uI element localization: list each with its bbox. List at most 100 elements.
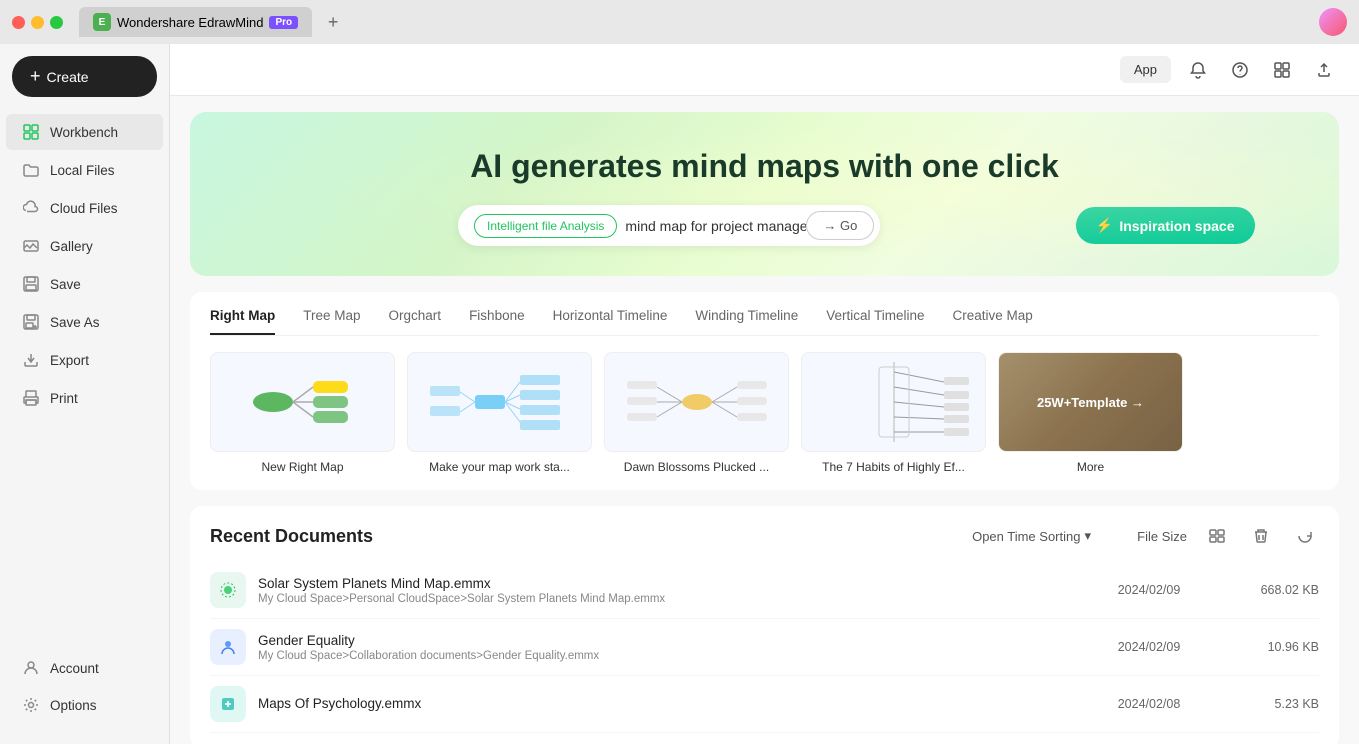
doc-info-psychology: Maps Of Psychology.emmx — [258, 696, 1079, 713]
app-name: Wondershare EdrawMind — [117, 15, 263, 30]
folder-icon — [22, 161, 40, 179]
doc-icon-solar — [210, 572, 246, 608]
tab-tree-map[interactable]: Tree Map — [303, 308, 360, 335]
create-label: Create — [47, 69, 89, 85]
sort-button[interactable]: Open Time Sorting ▾ — [972, 528, 1091, 544]
sidebar-item-local-files[interactable]: Local Files — [6, 152, 163, 188]
grid-icon — [22, 123, 40, 141]
doc-path-gender: My Cloud Space>Collaboration documents>G… — [258, 650, 1079, 662]
help-icon[interactable] — [1225, 55, 1255, 85]
sidebar-item-account[interactable]: Account — [6, 650, 163, 686]
more-overlay: 25W+Template → — [999, 353, 1182, 451]
tab-right-map[interactable]: Right Map — [210, 308, 275, 335]
list-view-button[interactable] — [1203, 522, 1231, 550]
tab-vertical-timeline[interactable]: Vertical Timeline — [826, 308, 924, 335]
tab-horizontal-timeline[interactable]: Horizontal Timeline — [553, 308, 668, 335]
file-size-header: File Size — [1107, 529, 1187, 544]
search-input[interactable] — [625, 218, 806, 234]
account-icon — [22, 659, 40, 677]
template-card-7-habits[interactable]: The 7 Habits of Highly Ef... — [801, 352, 986, 474]
tab-winding-timeline[interactable]: Winding Timeline — [695, 308, 798, 335]
doc-item-solar-system[interactable]: Solar System Planets Mind Map.emmx My Cl… — [210, 562, 1319, 619]
local-files-label: Local Files — [50, 163, 115, 178]
template-tabs: Right Map Tree Map Orgchart Fishbone Hor… — [210, 308, 1319, 336]
create-button[interactable]: + Create — [12, 56, 157, 97]
content-area: AI generates mind maps with one click In… — [170, 96, 1359, 744]
make-work-preview — [407, 352, 592, 452]
dawn-blossoms-label: Dawn Blossoms Plucked ... — [604, 460, 789, 474]
doc-item-gender-equality[interactable]: Gender Equality My Cloud Space>Collabora… — [210, 619, 1319, 676]
lightning-icon: ⚡ — [1096, 217, 1113, 234]
sidebar: + Create Workbench Local Files — [0, 44, 170, 744]
title-bar-right — [1319, 8, 1347, 36]
maximize-button[interactable] — [50, 16, 63, 29]
doc-size-gender: 10.96 KB — [1219, 640, 1319, 654]
delete-button[interactable] — [1247, 522, 1275, 550]
template-section: Right Map Tree Map Orgchart Fishbone Hor… — [190, 292, 1339, 490]
app-tab[interactable]: E Wondershare EdrawMind Pro — [79, 7, 312, 37]
doc-icon-psychology — [210, 686, 246, 722]
settings-icon — [22, 696, 40, 714]
search-tag[interactable]: Intelligent file Analysis — [474, 214, 617, 238]
doc-name-gender: Gender Equality — [258, 633, 1079, 648]
more-label: More — [998, 460, 1183, 474]
sidebar-item-options[interactable]: Options — [6, 687, 163, 723]
chevron-down-icon: ▾ — [1084, 528, 1091, 544]
sidebar-item-gallery[interactable]: Gallery — [6, 228, 163, 264]
doc-name-solar: Solar System Planets Mind Map.emmx — [258, 576, 1079, 591]
minimize-button[interactable] — [31, 16, 44, 29]
dawn-blossoms-preview — [604, 352, 789, 452]
sidebar-item-save-as[interactable]: Save As — [6, 304, 163, 340]
doc-item-psychology[interactable]: Maps Of Psychology.emmx 2024/02/08 5.23 … — [210, 676, 1319, 733]
upload-icon[interactable] — [1309, 55, 1339, 85]
new-right-map-preview — [210, 352, 395, 452]
hero-banner: AI generates mind maps with one click In… — [190, 112, 1339, 276]
gallery-label: Gallery — [50, 239, 93, 254]
grid-view-icon[interactable] — [1267, 55, 1297, 85]
template-card-more[interactable]: 25W+Template → More — [998, 352, 1183, 474]
doc-icon-gender — [210, 629, 246, 665]
doc-date-psychology: 2024/02/08 — [1079, 697, 1219, 711]
tab-creative-map[interactable]: Creative Map — [953, 308, 1033, 335]
sidebar-item-print[interactable]: Print — [6, 380, 163, 416]
pro-badge: Pro — [269, 16, 298, 29]
tab-orgchart[interactable]: Orgchart — [389, 308, 442, 335]
doc-size-psychology: 5.23 KB — [1219, 697, 1319, 711]
template-card-new-right-map[interactable]: New Right Map — [210, 352, 395, 474]
refresh-button[interactable] — [1291, 522, 1319, 550]
sidebar-item-workbench[interactable]: Workbench — [6, 114, 163, 150]
doc-size-solar: 668.02 KB — [1219, 583, 1319, 597]
doc-path-solar: My Cloud Space>Personal CloudSpace>Solar… — [258, 593, 1079, 605]
recent-title: Recent Documents — [210, 526, 972, 547]
save-as-icon — [22, 313, 40, 331]
notification-icon[interactable] — [1183, 55, 1213, 85]
doc-list: Solar System Planets Mind Map.emmx My Cl… — [210, 562, 1319, 733]
go-button[interactable]: → Go — [806, 211, 874, 240]
7-habits-label: The 7 Habits of Highly Ef... — [801, 460, 986, 474]
tab-fishbone[interactable]: Fishbone — [469, 308, 525, 335]
template-card-make-work[interactable]: Make your map work sta... — [407, 352, 592, 474]
template-card-dawn-blossoms[interactable]: Dawn Blossoms Plucked ... — [604, 352, 789, 474]
save-icon — [22, 275, 40, 293]
avatar[interactable] — [1319, 8, 1347, 36]
template-cards: New Right Map — [210, 352, 1319, 474]
make-work-label: Make your map work sta... — [407, 460, 592, 474]
save-as-label: Save As — [50, 315, 100, 330]
hero-title: AI generates mind maps with one click — [230, 148, 1299, 185]
hero-actions: Intelligent file Analysis → Go ⚡ Inspira… — [275, 205, 1255, 246]
new-tab-button[interactable]: + — [320, 9, 346, 35]
app-button[interactable]: App — [1120, 56, 1171, 83]
workbench-label: Workbench — [50, 125, 118, 140]
plus-icon: + — [30, 66, 41, 87]
doc-date-gender: 2024/02/09 — [1079, 640, 1219, 654]
close-button[interactable] — [12, 16, 25, 29]
sidebar-item-save[interactable]: Save — [6, 266, 163, 302]
sidebar-item-cloud-files[interactable]: Cloud Files — [6, 190, 163, 226]
doc-info-solar: Solar System Planets Mind Map.emmx My Cl… — [258, 576, 1079, 605]
account-label: Account — [50, 661, 99, 676]
recent-header: Recent Documents Open Time Sorting ▾ Fil… — [210, 522, 1319, 550]
recent-section: Recent Documents Open Time Sorting ▾ Fil… — [190, 506, 1339, 744]
sidebar-item-export[interactable]: Export — [6, 342, 163, 378]
app-icon: E — [93, 13, 111, 31]
inspiration-button[interactable]: ⚡ Inspiration space — [1076, 207, 1255, 244]
